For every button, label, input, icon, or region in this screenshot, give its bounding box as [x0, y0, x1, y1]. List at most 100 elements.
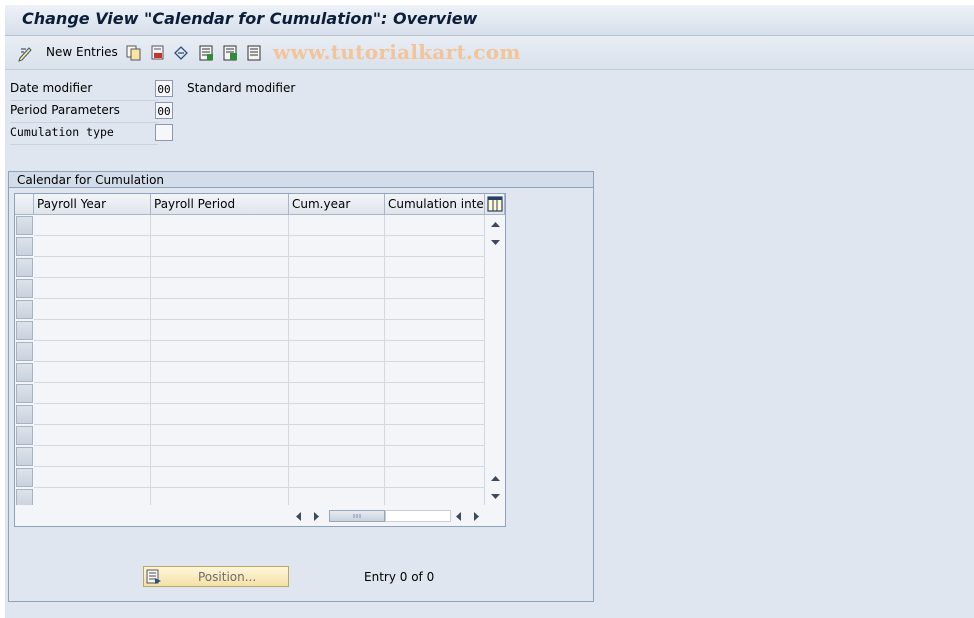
cumulation-type-label: Cumulation type: [10, 125, 114, 139]
table-cell[interactable]: [385, 425, 485, 446]
table-cell[interactable]: [151, 236, 289, 257]
row-selector[interactable]: [16, 342, 33, 361]
table-cell[interactable]: [385, 446, 485, 467]
row-selector[interactable]: [16, 216, 33, 235]
table-cell[interactable]: [151, 383, 289, 404]
scroll-left-icon[interactable]: [291, 509, 306, 524]
table-cell[interactable]: [151, 320, 289, 341]
table-settings-icon[interactable]: [485, 194, 505, 215]
table-cell[interactable]: [289, 257, 385, 278]
period-parameters-field[interactable]: 00: [155, 102, 173, 119]
scroll-thumb[interactable]: [329, 510, 385, 522]
table-cell[interactable]: [289, 383, 385, 404]
table-cell[interactable]: [289, 446, 385, 467]
row-selector[interactable]: [16, 321, 33, 340]
table-cell[interactable]: [34, 446, 151, 467]
main-content: Date modifier 00 Standard modifier Perio…: [5, 70, 974, 618]
table-cell[interactable]: [289, 278, 385, 299]
table-cell[interactable]: [151, 467, 289, 488]
table-cell[interactable]: [385, 383, 485, 404]
copy-icon[interactable]: [125, 44, 143, 62]
table-cell[interactable]: [34, 362, 151, 383]
column-header-cumulation-interval[interactable]: Cumulation inte: [385, 194, 485, 215]
row-selector[interactable]: [16, 426, 33, 445]
table-cell[interactable]: [34, 320, 151, 341]
table-cell[interactable]: [151, 362, 289, 383]
column-header-payroll-year[interactable]: Payroll Year: [34, 194, 151, 215]
column-header-cum-year[interactable]: Cum.year: [289, 194, 385, 215]
table-cell[interactable]: [34, 299, 151, 320]
deselect-all-icon[interactable]: [245, 44, 263, 62]
table-cell[interactable]: [289, 425, 385, 446]
table-cell[interactable]: [151, 404, 289, 425]
horizontal-scrollbar[interactable]: [15, 505, 505, 526]
table-cell[interactable]: [151, 215, 289, 236]
table-cell[interactable]: [289, 404, 385, 425]
delete-icon[interactable]: [149, 44, 167, 62]
table-cell[interactable]: [34, 467, 151, 488]
table-cell[interactable]: [385, 215, 485, 236]
scroll-right-icon[interactable]: [309, 509, 324, 524]
row-selector[interactable]: [16, 279, 33, 298]
scroll-left-end-icon[interactable]: [451, 509, 466, 524]
row-selector[interactable]: [16, 447, 33, 466]
table-cell[interactable]: [385, 341, 485, 362]
table-cell[interactable]: [34, 341, 151, 362]
entry-count-text: Entry 0 of 0: [364, 570, 435, 584]
table-cell[interactable]: [385, 278, 485, 299]
row-selector[interactable]: [16, 363, 33, 382]
row-selector[interactable]: [16, 384, 33, 403]
select-block-icon[interactable]: [221, 44, 239, 62]
table-cell[interactable]: [34, 425, 151, 446]
table-cell[interactable]: [34, 236, 151, 257]
position-button[interactable]: Position...: [143, 566, 289, 587]
edit-pencil-icon[interactable]: [17, 44, 35, 62]
scroll-page-down-icon[interactable]: [488, 235, 503, 250]
calendar-for-cumulation-group: Calendar for Cumulation Payroll Year Pay…: [8, 171, 594, 602]
table-cell[interactable]: [289, 467, 385, 488]
row-selector[interactable]: [16, 405, 33, 424]
page-title: Change View "Calendar for Cumulation": O…: [22, 9, 478, 28]
cumulation-type-field[interactable]: [155, 124, 173, 141]
undo-icon[interactable]: [172, 44, 190, 62]
watermark-text: www.tutorialkart.com: [273, 40, 521, 64]
select-all-icon[interactable]: [197, 44, 215, 62]
table-cell[interactable]: [385, 467, 485, 488]
table-cell[interactable]: [34, 215, 151, 236]
table-cell[interactable]: [385, 404, 485, 425]
scroll-track[interactable]: [385, 510, 451, 522]
table-cell[interactable]: [34, 383, 151, 404]
date-modifier-field[interactable]: 00: [155, 80, 173, 97]
table-cell[interactable]: [289, 215, 385, 236]
scroll-down-icon[interactable]: [488, 489, 503, 504]
scroll-right-end-icon[interactable]: [469, 509, 484, 524]
table-cell[interactable]: [151, 425, 289, 446]
table-cell[interactable]: [151, 257, 289, 278]
column-header-payroll-period[interactable]: Payroll Period: [151, 194, 289, 215]
table-cell[interactable]: [151, 299, 289, 320]
table-cell[interactable]: [151, 341, 289, 362]
table-cell[interactable]: [385, 299, 485, 320]
table-cell[interactable]: [289, 299, 385, 320]
table-cell[interactable]: [385, 320, 485, 341]
row-selector[interactable]: [16, 468, 33, 487]
table-cell[interactable]: [34, 278, 151, 299]
table-cell[interactable]: [34, 257, 151, 278]
table-cell[interactable]: [289, 236, 385, 257]
table-cell[interactable]: [289, 362, 385, 383]
table-cell[interactable]: [34, 404, 151, 425]
row-selector[interactable]: [16, 258, 33, 277]
table-cell[interactable]: [385, 257, 485, 278]
scroll-page-up-icon[interactable]: [488, 471, 503, 486]
table-cell[interactable]: [385, 236, 485, 257]
table-cell[interactable]: [289, 341, 385, 362]
row-selector[interactable]: [16, 237, 33, 256]
vertical-scrollbar[interactable]: [487, 215, 504, 505]
table-cell[interactable]: [289, 320, 385, 341]
table-cell[interactable]: [151, 278, 289, 299]
table-cell[interactable]: [151, 446, 289, 467]
new-entries-button[interactable]: New Entries: [46, 45, 118, 59]
scroll-up-icon[interactable]: [488, 217, 503, 232]
table-cell[interactable]: [385, 362, 485, 383]
row-selector[interactable]: [16, 300, 33, 319]
